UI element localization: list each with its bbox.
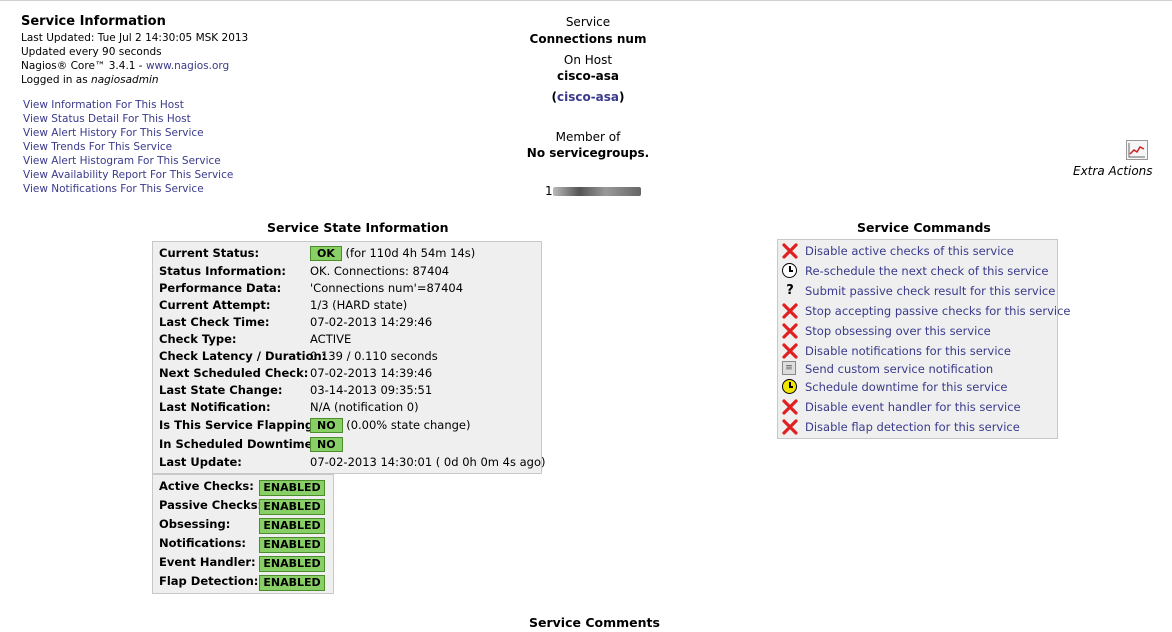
version-text: Nagios® Core™ 3.4.1 - bbox=[21, 60, 146, 72]
logged-in-line: Logged in as nagiosadmin bbox=[21, 74, 159, 86]
link-host-status-detail[interactable]: View Status Detail For This Host bbox=[23, 113, 191, 125]
extra-actions-label[interactable]: Extra Actions bbox=[1073, 164, 1153, 178]
version-line: Nagios® Core™ 3.4.1 - www.nagios.org bbox=[21, 60, 229, 72]
enabled-badge: ENABLED bbox=[259, 518, 325, 534]
link-notifications[interactable]: View Notifications For This Service bbox=[23, 183, 204, 195]
servicegroups-value: No servicegroups. bbox=[526, 146, 650, 160]
enabled-badge: ENABLED bbox=[259, 537, 325, 553]
page-title: Service Information bbox=[21, 14, 166, 29]
question-icon: ? bbox=[786, 283, 794, 298]
disabled-x-icon bbox=[782, 343, 798, 359]
service-links-list: View Information For This Host View Stat… bbox=[23, 98, 233, 196]
redacted-address bbox=[552, 187, 641, 196]
clock-icon bbox=[782, 263, 797, 278]
disabled-x-icon bbox=[782, 303, 798, 319]
disabled-x-icon bbox=[782, 419, 798, 435]
downtime-badge: NO bbox=[310, 437, 343, 452]
state-section-title: Service State Information bbox=[267, 220, 449, 235]
nagios-website-link[interactable]: www.nagios.org bbox=[146, 60, 229, 72]
host-name: cisco-asa bbox=[556, 69, 620, 83]
graph-icon[interactable] bbox=[1126, 140, 1148, 160]
disabled-x-icon bbox=[782, 243, 798, 259]
flapping-badge: NO bbox=[310, 418, 343, 433]
downtime-clock-icon bbox=[782, 379, 797, 394]
enabled-badge: ENABLED bbox=[259, 480, 325, 496]
enabled-badge: ENABLED bbox=[259, 556, 325, 572]
link-host-information[interactable]: View Information For This Host bbox=[23, 99, 184, 111]
service-label: Service bbox=[565, 15, 611, 29]
service-name: Connections num bbox=[529, 32, 647, 46]
notification-icon: ≡ bbox=[782, 361, 796, 375]
enabled-badge: ENABLED bbox=[259, 575, 325, 591]
service-state-table: Current Status: OK (for 110d 4h 54m 14s)… bbox=[152, 241, 545, 474]
link-availability-report[interactable]: View Availability Report For This Servic… bbox=[23, 169, 233, 181]
link-alert-histogram[interactable]: View Alert Histogram For This Service bbox=[23, 155, 221, 167]
link-trends[interactable]: View Trends For This Service bbox=[23, 141, 172, 153]
update-frequency-text: Updated every 90 seconds bbox=[21, 46, 162, 58]
comments-section-title: Service Comments bbox=[529, 615, 660, 630]
host-link[interactable]: cisco-asa bbox=[557, 90, 619, 104]
service-commands-table: Disable active checks of this service Re… bbox=[777, 239, 1071, 439]
member-of-label: Member of bbox=[555, 130, 621, 144]
logged-in-label: Logged in as bbox=[21, 74, 92, 86]
on-host-label: On Host bbox=[563, 53, 613, 67]
disabled-x-icon bbox=[782, 399, 798, 415]
host-link-line: (cisco-asa) bbox=[551, 90, 625, 104]
enabled-badge: ENABLED bbox=[259, 499, 325, 515]
commands-section-title: Service Commands bbox=[857, 220, 991, 235]
status-badge-ok: OK bbox=[310, 246, 342, 261]
last-updated-text: Last Updated: Tue Jul 2 14:30:05 MSK 201… bbox=[21, 32, 249, 44]
logged-in-user: nagiosadmin bbox=[91, 74, 159, 86]
service-features-table: Active Checks: ENABLED Passive Checks: E… bbox=[152, 474, 334, 594]
host-address: 1 bbox=[545, 184, 641, 198]
disabled-x-icon bbox=[782, 323, 798, 339]
link-alert-history[interactable]: View Alert History For This Service bbox=[23, 127, 204, 139]
